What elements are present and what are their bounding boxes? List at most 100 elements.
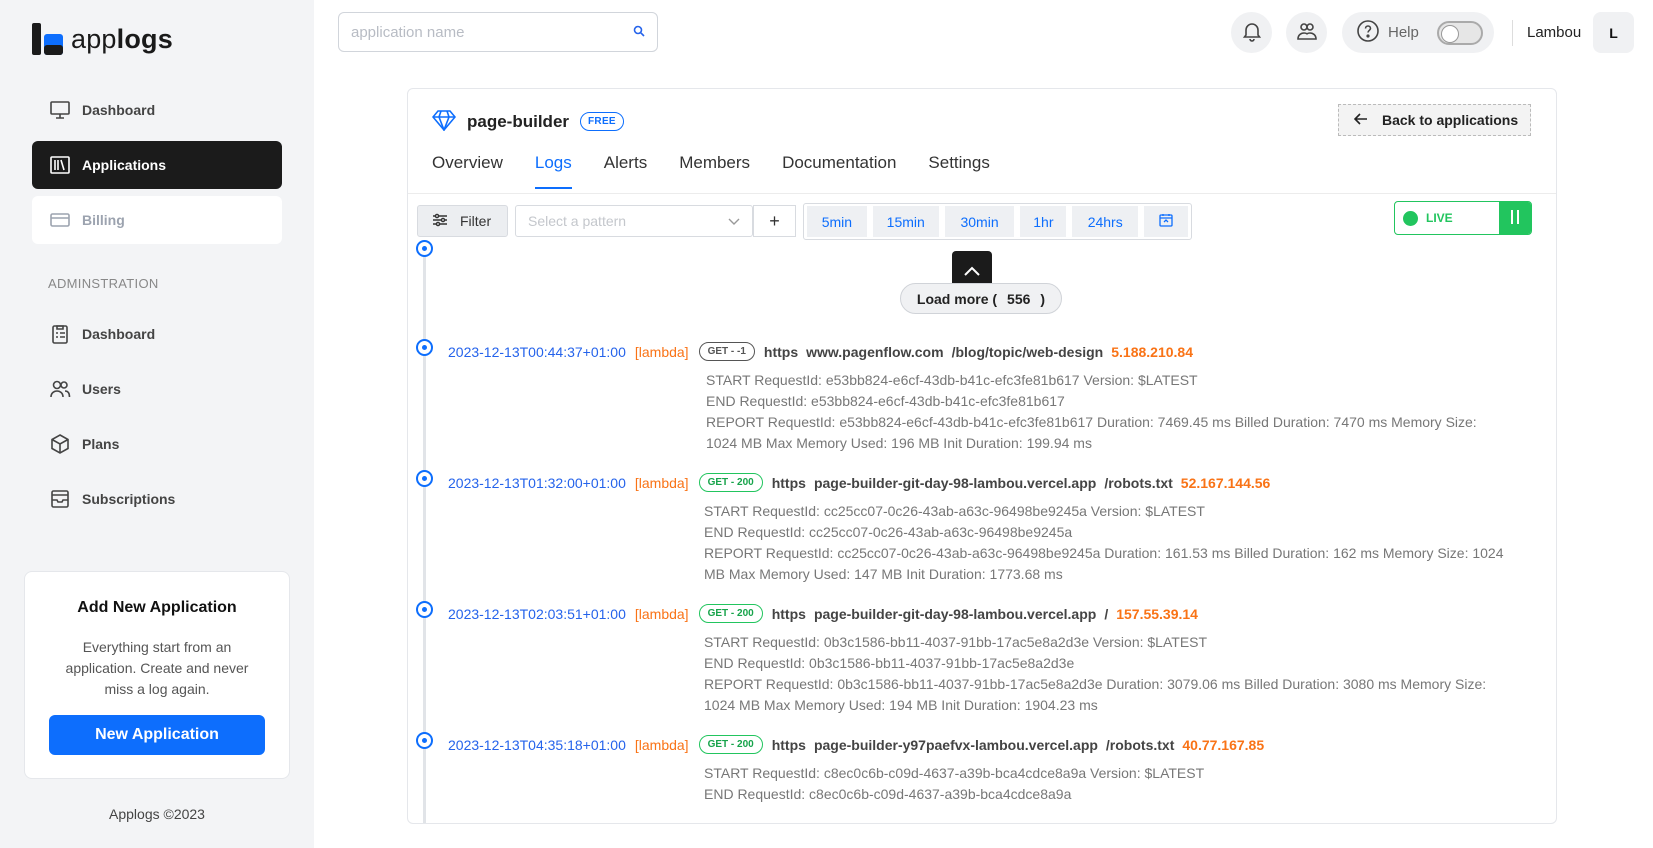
log-source: [lambda] xyxy=(634,605,689,622)
sidebar: applogs Dashboard Applications Billing A… xyxy=(0,0,314,848)
notifications-button[interactable] xyxy=(1231,12,1272,53)
log-line: START RequestId: e53bb824-e6cf-43db-b41c… xyxy=(706,372,1198,388)
time-range-24hrs[interactable]: 24hrs xyxy=(1072,206,1139,237)
applogs-logo-icon xyxy=(32,23,63,55)
chevron-up-icon xyxy=(964,263,980,279)
time-range-5min[interactable]: 5min xyxy=(807,206,867,237)
log-source: [lambda] xyxy=(634,474,689,491)
tab-documentation[interactable]: Documentation xyxy=(782,149,896,189)
sidebar-item-plans[interactable]: Plans xyxy=(32,420,282,468)
status-badge: GET - 200 xyxy=(698,604,763,623)
load-more-close: ) xyxy=(1040,290,1046,307)
back-to-applications-button[interactable]: Back to applications xyxy=(1338,104,1531,136)
calendar-button[interactable] xyxy=(1144,206,1188,237)
log-host: page-builder-y97paefvx-lambou.vercel.app xyxy=(813,736,1098,753)
sidebar-item-dashboard[interactable]: Dashboard xyxy=(32,86,282,134)
log-source: [lambda] xyxy=(634,736,689,753)
sidebar-item-label: Billing xyxy=(82,212,125,228)
team-button[interactable] xyxy=(1286,12,1327,53)
timeline-dot xyxy=(416,732,433,749)
tab-logs[interactable]: Logs xyxy=(534,149,572,189)
sidebar-item-billing[interactable]: Billing xyxy=(32,196,282,244)
sidebar-item-label: Dashboard xyxy=(82,326,156,342)
promo-description: Everything start from an application. Cr… xyxy=(65,639,249,697)
log-entry[interactable]: 2023-12-13T02:03:51+01:00 [lambda] GET -… xyxy=(448,604,1538,716)
log-entry[interactable]: 2023-12-13T01:32:00+01:00 [lambda] GET -… xyxy=(448,473,1538,585)
log-line: START RequestId: cc25cc07-0c26-43ab-a63c… xyxy=(704,503,1205,519)
box-icon xyxy=(49,433,71,455)
sidebar-item-label: Subscriptions xyxy=(82,491,176,507)
pause-button[interactable] xyxy=(1499,202,1531,234)
live-toggle[interactable]: LIVE xyxy=(1394,201,1532,235)
library-icon xyxy=(49,154,71,176)
header-divider xyxy=(1512,20,1513,46)
log-timestamp[interactable]: 2023-12-13T01:32:00+01:00 xyxy=(448,475,626,491)
sidebar-item-label: Dashboard xyxy=(82,102,156,118)
credit-card-icon xyxy=(49,209,71,231)
log-line: END RequestId: e53bb824-e6cf-43db-b41c-e… xyxy=(706,393,1065,409)
sidebar-item-applications[interactable]: Applications xyxy=(32,141,282,189)
avatar[interactable]: L xyxy=(1593,12,1634,53)
log-protocol: https xyxy=(771,474,806,491)
load-more-label: Load more ( xyxy=(916,290,998,307)
log-protocol: https xyxy=(763,343,799,360)
brand-name: applogs xyxy=(71,23,173,54)
time-range-30min[interactable]: 30min xyxy=(944,206,1015,237)
sidebar-item-users[interactable]: Users xyxy=(32,365,282,413)
live-indicator: LIVE xyxy=(1395,202,1499,234)
log-timestamp[interactable]: 2023-12-13T00:44:37+01:00 xyxy=(448,344,626,360)
log-body: START RequestId: cc25cc07-0c26-43ab-a63c… xyxy=(704,501,1504,585)
application-search[interactable] xyxy=(338,12,658,52)
tab-alerts[interactable]: Alerts xyxy=(604,149,647,189)
timeline-dot xyxy=(416,339,433,356)
users-icon xyxy=(49,378,71,400)
log-header: 2023-12-13T02:03:51+01:00 [lambda] GET -… xyxy=(448,604,1538,623)
new-application-button[interactable]: New Application xyxy=(49,715,265,755)
log-protocol: https xyxy=(771,736,806,753)
sidebar-item-label: Applications xyxy=(82,157,167,173)
log-line: REPORT RequestId: e53bb824-e6cf-43db-b41… xyxy=(706,414,1477,451)
log-line: REPORT RequestId: cc25cc07-0c26-43ab-a63… xyxy=(704,545,1504,582)
help-label: Help xyxy=(1388,24,1419,41)
brand-logo[interactable]: applogs xyxy=(31,22,173,56)
log-line: END RequestId: c8ec0c6b-c09d-4637-a39b-b… xyxy=(704,786,1072,802)
time-range-1hr[interactable]: 1hr xyxy=(1020,206,1067,237)
tab-members[interactable]: Members xyxy=(679,149,750,189)
log-line: START RequestId: 0b3c1586-bb11-4037-91bb… xyxy=(704,634,1208,650)
load-more-button[interactable]: Load more ( 556 ) xyxy=(900,283,1062,314)
log-timestamp[interactable]: 2023-12-13T02:03:51+01:00 xyxy=(448,606,626,622)
clipboard-icon xyxy=(49,323,71,345)
diamond-icon xyxy=(431,109,457,134)
time-range-15min[interactable]: 15min xyxy=(872,206,939,237)
search-icon[interactable] xyxy=(633,24,645,40)
section-label-administration: ADMINSTRATION xyxy=(48,276,159,291)
status-badge: GET - -1 xyxy=(698,342,755,361)
log-line: REPORT RequestId: 0b3c1586-bb11-4037-91b… xyxy=(704,676,1487,713)
help-icon[interactable] xyxy=(1356,19,1380,46)
log-ip: 52.167.144.56 xyxy=(1180,474,1271,491)
log-ip: 40.77.167.85 xyxy=(1182,736,1265,753)
log-ip: 157.55.39.14 xyxy=(1116,605,1198,622)
log-entry[interactable]: 2023-12-13T00:44:37+01:00 [lambda] GET -… xyxy=(448,342,1538,454)
tabs-divider xyxy=(408,193,1556,194)
live-label: LIVE xyxy=(1426,211,1453,225)
tab-overview[interactable]: Overview xyxy=(432,149,503,189)
load-more-count: 556 xyxy=(1007,290,1031,307)
pattern-select[interactable]: Select a pattern xyxy=(515,205,753,237)
presentation-icon xyxy=(49,99,71,121)
app-name: page-builder xyxy=(467,111,570,131)
user-name[interactable]: Lambou xyxy=(1527,24,1581,41)
sidebar-item-subscriptions[interactable]: Subscriptions xyxy=(32,475,282,523)
help-toggle[interactable] xyxy=(1436,20,1483,45)
log-entry[interactable]: 2023-12-13T04:35:18+01:00 [lambda] GET -… xyxy=(448,735,1538,805)
sidebar-item-admin-dashboard[interactable]: Dashboard xyxy=(32,310,282,358)
search-input[interactable] xyxy=(351,23,633,41)
filter-button[interactable]: Filter xyxy=(417,205,508,237)
app-header: page-builder FREE xyxy=(431,109,624,134)
log-timestamp[interactable]: 2023-12-13T04:35:18+01:00 xyxy=(448,737,626,753)
tab-settings[interactable]: Settings xyxy=(928,149,989,189)
log-protocol: https xyxy=(771,605,806,622)
arrow-left-icon xyxy=(1353,112,1368,128)
add-pattern-button[interactable]: + xyxy=(753,205,796,237)
log-body: START RequestId: 0b3c1586-bb11-4037-91bb… xyxy=(704,632,1504,716)
